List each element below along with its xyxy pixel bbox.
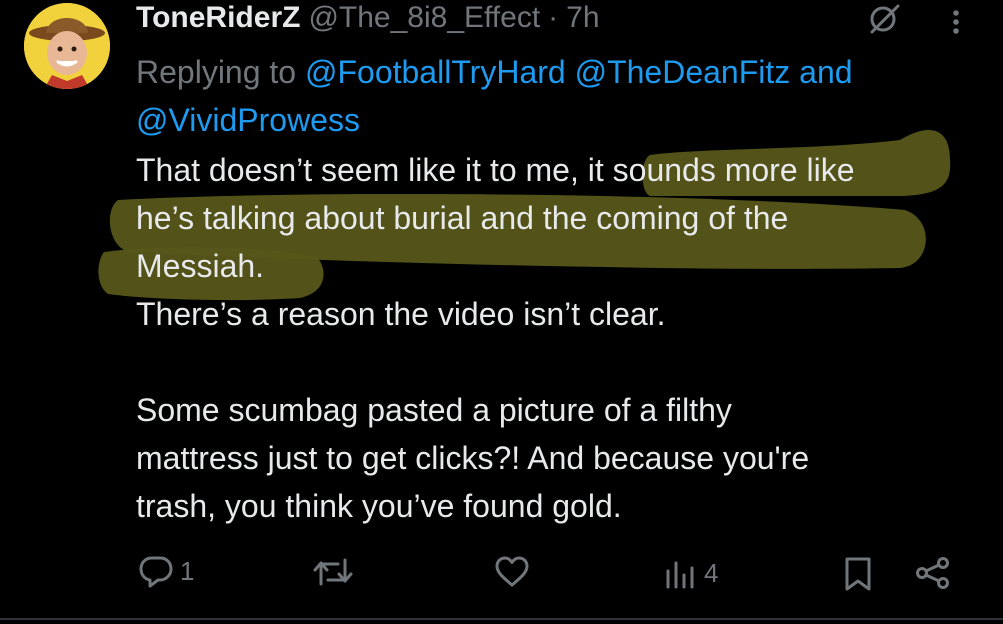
timestamp[interactable]: 7h bbox=[566, 1, 599, 35]
mention-joiner[interactable]: and bbox=[799, 54, 852, 90]
tweet-body: That doesn’t seem like it to me, it soun… bbox=[136, 146, 986, 530]
tweet-text-line: Some scumbag pasted a picture of a filth… bbox=[136, 392, 732, 428]
tweet-text-line: That doesn’t seem like it to me, it soun… bbox=[136, 152, 855, 188]
reply-icon bbox=[139, 556, 173, 588]
retweet-icon bbox=[313, 558, 353, 586]
tweet-text-line: he’s talking about burial and the coming… bbox=[136, 200, 789, 236]
divider bbox=[0, 618, 1003, 620]
replying-to: Replying to @FootballTryHard @TheDeanFit… bbox=[136, 48, 976, 144]
like-icon bbox=[495, 556, 529, 587]
mention-link[interactable]: @TheDeanFitz bbox=[575, 54, 791, 90]
tweet-text-line: There’s a reason the video isn’t clear. bbox=[136, 296, 666, 332]
action-bar: 1 4 bbox=[0, 550, 1003, 596]
reply-button[interactable]: 1 bbox=[138, 554, 194, 588]
views-button[interactable]: 4 bbox=[664, 558, 718, 589]
handle[interactable]: @The_8i8_Effect bbox=[308, 1, 540, 35]
like-button[interactable] bbox=[494, 556, 536, 588]
views-icon bbox=[666, 561, 694, 588]
tweet-header: ToneRiderZ @The_8i8_Effect · 7h bbox=[136, 0, 600, 36]
mention-link[interactable]: @FootballTryHard bbox=[305, 54, 566, 90]
tweet-text-line: Messiah. bbox=[136, 248, 265, 284]
tweet-text-line: mattress just to get clicks?! And becaus… bbox=[136, 440, 810, 476]
views-count: 4 bbox=[704, 558, 719, 588]
reply-count: 1 bbox=[180, 555, 195, 586]
bookmark-icon bbox=[845, 557, 871, 591]
retweet-button[interactable] bbox=[312, 556, 360, 588]
share-icon bbox=[916, 557, 949, 589]
separator-dot: · bbox=[548, 1, 559, 34]
display-name[interactable]: ToneRiderZ bbox=[136, 1, 300, 35]
mention-link[interactable]: @VividProwess bbox=[136, 102, 360, 138]
tweet-text-line: trash, you think you’ve found gold. bbox=[136, 488, 622, 524]
share-button[interactable] bbox=[914, 556, 952, 590]
grok-icon[interactable] bbox=[866, 4, 902, 34]
bookmark-button[interactable] bbox=[842, 556, 874, 592]
replying-prefix: Replying to bbox=[136, 54, 297, 90]
avatar[interactable] bbox=[24, 3, 110, 89]
more-icon[interactable] bbox=[946, 6, 966, 36]
